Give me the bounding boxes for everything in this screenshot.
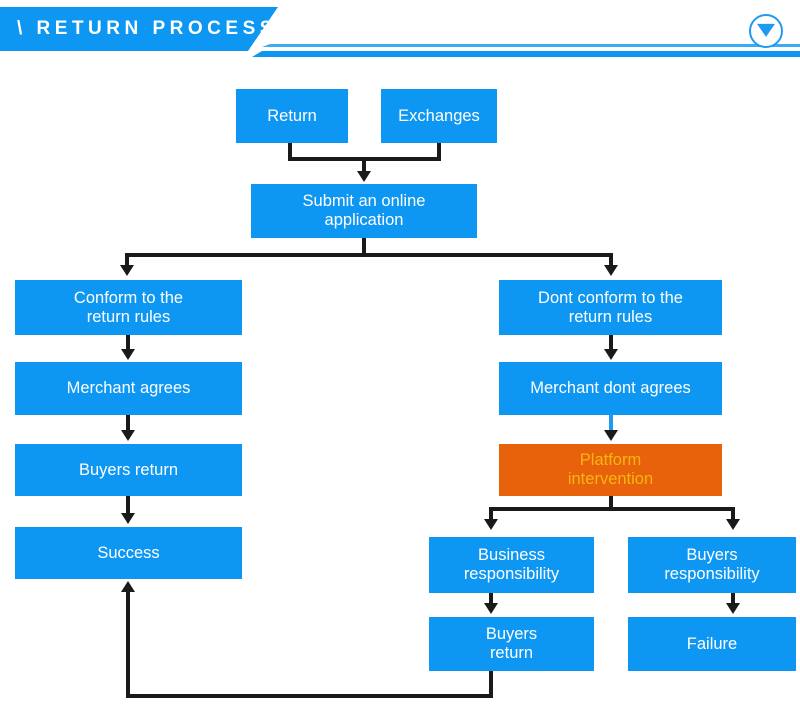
circle-chevron-down-icon[interactable] xyxy=(749,14,783,48)
node-buyers-return[interactable]: Buyers return xyxy=(15,444,242,496)
node-merchant-agrees[interactable]: Merchant agrees xyxy=(15,362,242,415)
node-submit-online-application[interactable]: Submit an online application xyxy=(251,184,477,238)
flowchart-page: \ RETURN PROCESS Return Exchanges Submit… xyxy=(0,0,800,709)
arrowhead-into-success-bottom xyxy=(121,581,135,592)
node-dont-conform-to-return-rules[interactable]: Dont conform to the return rules xyxy=(499,280,722,335)
arrowhead-into-failure xyxy=(726,603,740,614)
edge-feedback-horizontal xyxy=(126,694,493,698)
arrowhead-into-buyers-responsibility xyxy=(726,519,740,530)
edge-buyers-return-to-success xyxy=(126,496,130,514)
arrowhead-into-business-responsibility xyxy=(484,519,498,530)
node-merchant-dont-agrees[interactable]: Merchant dont agrees xyxy=(499,362,722,415)
arrowhead-into-platform-intervention xyxy=(604,430,618,441)
node-return[interactable]: Return xyxy=(236,89,348,143)
edge-split-bar xyxy=(125,253,613,257)
arrowhead-into-conform xyxy=(120,265,134,276)
node-exchanges[interactable]: Exchanges xyxy=(381,89,497,143)
arrowhead-into-dont-conform xyxy=(604,265,618,276)
arrowhead-into-merchant-agrees xyxy=(121,349,135,360)
edge-feedback-up xyxy=(126,592,130,698)
arrowhead-into-submit xyxy=(357,171,371,182)
arrowhead-into-buyers-return-secondary xyxy=(484,603,498,614)
edge-responsibility-split-bar xyxy=(489,507,735,511)
node-buyers-return-secondary[interactable]: Buyers return xyxy=(429,617,594,671)
arrowhead-into-buyers-return xyxy=(121,430,135,441)
arrowhead-into-merchant-dont-agrees xyxy=(604,349,618,360)
chevron-down-icon xyxy=(757,23,775,37)
arrowhead-into-success-top xyxy=(121,513,135,524)
node-conform-to-return-rules[interactable]: Conform to the return rules xyxy=(15,280,242,335)
page-header: \ RETURN PROCESS xyxy=(0,7,800,57)
header-rule-thick xyxy=(252,51,800,57)
header-rule-thin xyxy=(262,44,800,47)
node-buyers-responsibility[interactable]: Buyers responsibility xyxy=(628,537,796,593)
page-title: \ RETURN PROCESS xyxy=(17,18,277,39)
node-failure[interactable]: Failure xyxy=(628,617,796,671)
node-success[interactable]: Success xyxy=(15,527,242,579)
node-platform-intervention[interactable]: Platform intervention xyxy=(499,444,722,496)
node-business-responsibility[interactable]: Business responsibility xyxy=(429,537,594,593)
